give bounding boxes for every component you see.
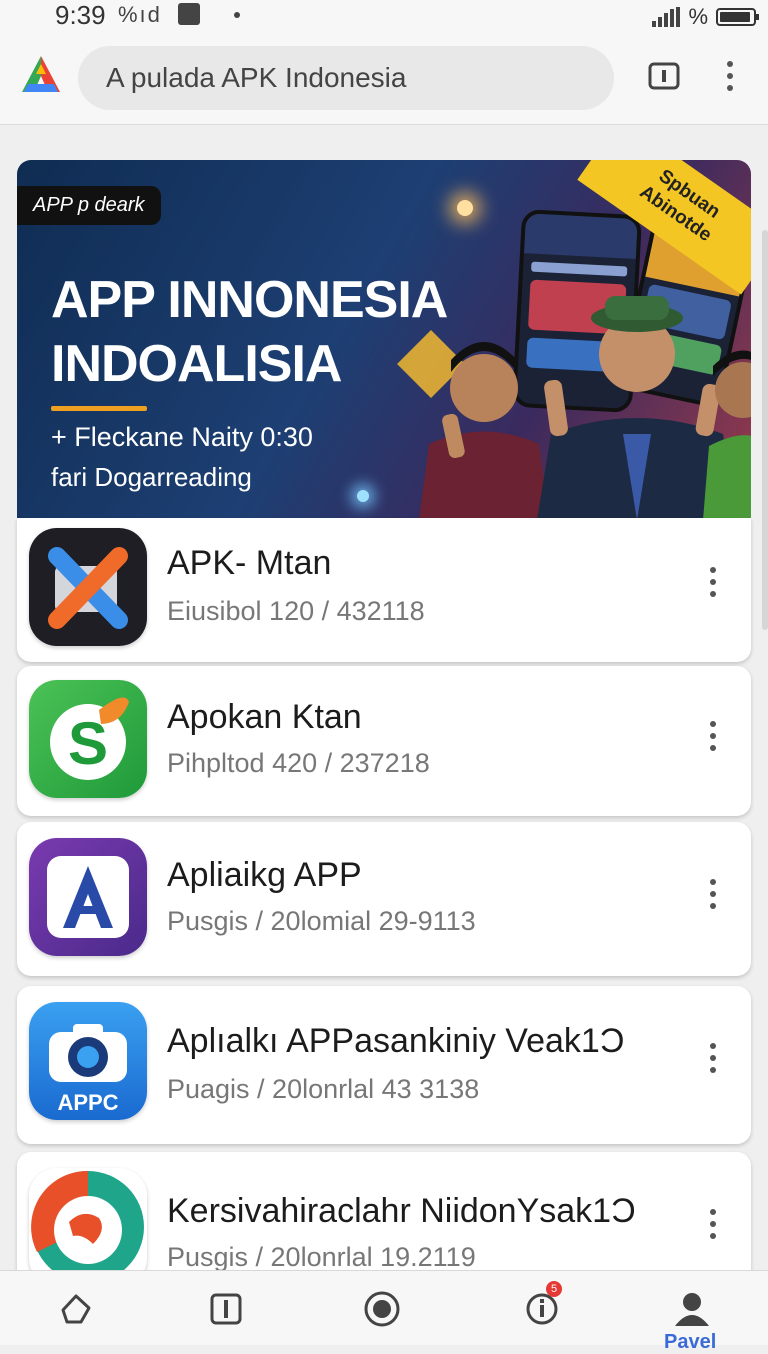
banner-subtitle1: + Fleckane Naity 0:30	[51, 422, 313, 452]
app-logo-icon[interactable]	[18, 52, 64, 98]
promo-banner[interactable]: APP p deark APP INNONESIA INDOALISIA + F…	[17, 160, 751, 518]
status-bar: 9:39 %ıd %	[0, 0, 768, 34]
app-list-item[interactable]: APK- Mtan Eiusibol 120 / 432118	[17, 518, 751, 662]
dot-icon	[234, 12, 241, 18]
app-meta: Pusgis / 20lomial 29-9113	[167, 906, 476, 936]
banner-title: APP INNONESIA INDOALISIA	[51, 268, 448, 396]
app-list-item[interactable]: APPC Aplıalkı APPasankiniy Veak1Ɔ Puagis…	[17, 986, 751, 1144]
status-time: 9:39	[55, 0, 106, 30]
map-app-icon	[29, 1168, 147, 1286]
top-bar: A pulada APK Indonesia	[0, 34, 768, 125]
more-vert-icon	[710, 879, 716, 909]
info-icon	[526, 1293, 558, 1325]
item-more-button[interactable]	[703, 562, 723, 602]
profile-icon	[675, 1293, 709, 1326]
battery-percent: %	[688, 4, 708, 29]
search-bar[interactable]: A pulada APK Indonesia	[78, 46, 614, 110]
banner-title-line1: APP INNONESIA	[51, 271, 448, 329]
item-more-button[interactable]	[703, 716, 723, 756]
camera-app-icon: APPC	[29, 1002, 147, 1120]
battery-icon	[716, 8, 759, 26]
more-vert-icon	[710, 1209, 716, 1239]
signal-icon	[652, 7, 681, 27]
item-more-button[interactable]	[703, 1204, 723, 1244]
light-glow	[457, 200, 473, 216]
image-notification-icon	[178, 3, 201, 25]
brand-badge: APP p deark	[17, 186, 161, 225]
more-vert-icon	[710, 1043, 716, 1073]
app-meta: Pihpltod 420 / 237218	[167, 748, 430, 778]
app-name: Aplıalkı APPasankiniy Veak1Ɔ	[167, 1022, 625, 1060]
update-icon	[210, 1293, 242, 1325]
app-name: Apokan Ktan	[167, 698, 362, 736]
more-vert-icon	[710, 567, 716, 597]
status-right: %	[652, 4, 759, 30]
person-image	[703, 350, 751, 518]
nav-updates[interactable]	[204, 1287, 248, 1331]
nav-notifications[interactable]: 5	[520, 1281, 564, 1331]
app-list-item[interactable]: S Apokan Ktan Pihpltod 420 / 237218	[17, 666, 751, 816]
item-more-button[interactable]	[703, 1038, 723, 1078]
app-meta: Pusgis / 20lonrlal 19.2119	[167, 1242, 476, 1272]
explore-icon	[364, 1291, 400, 1327]
item-more-button[interactable]	[703, 874, 723, 914]
nav-profile[interactable]	[670, 1287, 714, 1331]
notification-badge: 5	[546, 1281, 562, 1297]
banner-title-line2: INDOALISIA	[51, 335, 342, 393]
app-list-item[interactable]: Apliaikg APP Pusgis / 20lomial 29-9113	[17, 822, 751, 976]
banner-divider	[51, 406, 147, 411]
app-icon-label: APPC	[57, 1090, 118, 1115]
home-icon	[61, 1294, 91, 1324]
tab-switcher-icon	[648, 62, 680, 90]
nav-home[interactable]	[54, 1287, 98, 1331]
app-name: Kersivahiraclahr NiidonYsak1Ɔ	[167, 1192, 636, 1230]
status-icons-text: %ıd	[118, 2, 162, 27]
scrollbar[interactable]	[762, 230, 768, 630]
tabs-button[interactable]	[644, 56, 684, 96]
app-name: APK- Mtan	[167, 544, 332, 582]
app-meta: Eiusibol 120 / 432118	[167, 596, 425, 626]
nav-profile-label: Pavel	[664, 1331, 717, 1353]
app-name: Apliaikg APP	[167, 856, 362, 894]
search-text: A pulada APK Indonesia	[106, 62, 407, 93]
menu-button[interactable]	[710, 56, 750, 96]
bottom-nav: 5 Pavel	[0, 1270, 768, 1353]
light-glow	[357, 490, 369, 502]
banner-subtitle2: fari Dogarreading	[51, 462, 252, 492]
status-icons: %ıd	[118, 2, 241, 28]
nav-explore[interactable]	[360, 1287, 404, 1331]
s-leaf-app-icon: S	[29, 680, 147, 798]
a-app-icon	[29, 838, 147, 956]
x-app-icon	[29, 528, 147, 646]
more-vert-icon	[710, 721, 716, 751]
more-vert-icon	[727, 61, 733, 91]
app-meta: Puagis / 20lonrlal 43 3138	[167, 1074, 480, 1104]
